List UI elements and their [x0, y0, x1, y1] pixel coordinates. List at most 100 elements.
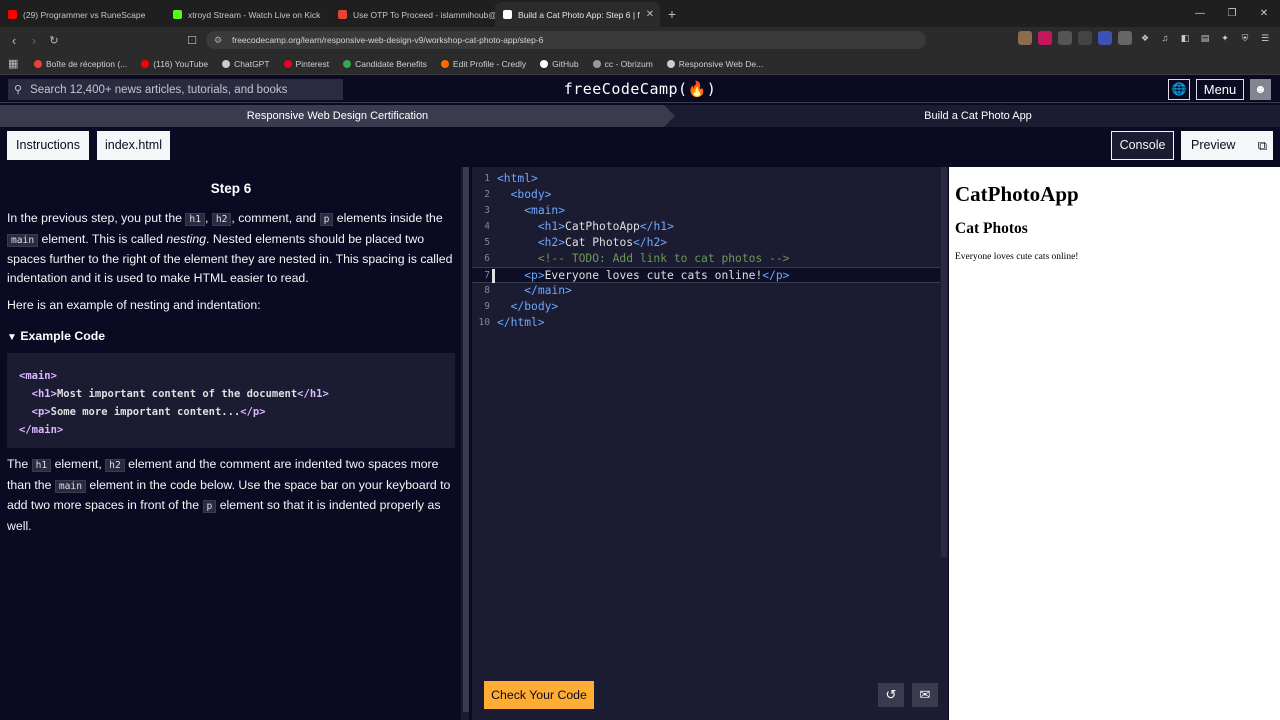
code-tag: <html> [497, 172, 538, 185]
bookmark-item[interactable]: ChatGPT [222, 59, 270, 69]
code-text: Cat Photos [565, 236, 634, 249]
preview-button[interactable]: Preview ⧉ [1181, 131, 1273, 160]
close-tab-icon[interactable]: ✕ [646, 9, 654, 20]
line-number: 8 [484, 285, 490, 296]
tab-instructions[interactable]: Instructions [7, 131, 89, 160]
line-content: </main> [497, 283, 572, 299]
text: In the previous step, you put the [7, 211, 186, 225]
editor-scrollbar[interactable] [940, 167, 948, 677]
code-line[interactable]: 3 <main> [472, 203, 942, 219]
extension-icon[interactable] [1078, 31, 1092, 45]
bookmark-favicon [222, 59, 231, 68]
code-comment: <!-- TODO: Add link to cat photos --> [537, 252, 790, 265]
ai-icon[interactable]: ✦ [1218, 31, 1232, 45]
extension-icon[interactable] [1018, 31, 1032, 45]
code-line[interactable]: 2 <body> [472, 187, 942, 203]
preview-label: Preview [1191, 138, 1236, 152]
reset-icon[interactable]: ↺ [878, 683, 904, 707]
tab-index-html[interactable]: index.html [97, 131, 170, 160]
tab-favicon [338, 10, 347, 19]
media-icon[interactable]: ♫ [1158, 31, 1172, 45]
line-content: </body> [497, 299, 559, 315]
browser-nav-bar: ‹ › ↻ ☐ ⚙ freecodecamp.org/learn/respons… [0, 27, 1280, 53]
extensions-area: ❖ ♫ ◧ ▤ ✦ ⛨ ☰ [1018, 31, 1272, 45]
check-code-button[interactable]: Check Your Code [484, 681, 594, 709]
language-globe-icon[interactable]: 🌐 [1168, 79, 1190, 100]
maximize-button[interactable]: ❐ [1216, 0, 1248, 27]
wallet-icon[interactable]: ▤ [1198, 31, 1212, 45]
code-editor[interactable]: 1 <html> 2 <body> 3 <main> 4 <h1>CatPhotoApp… [472, 167, 948, 677]
tab-favicon [503, 10, 512, 19]
text: The [7, 457, 32, 471]
example-code-toggle[interactable]: ▼ Example Code [7, 329, 105, 343]
bookmark-label: GitHub [552, 58, 579, 69]
popout-icon[interactable]: ⧉ [1258, 131, 1267, 160]
extension-icon[interactable] [1038, 31, 1052, 45]
extension-icon[interactable] [1058, 31, 1072, 45]
forward-button[interactable]: › [24, 33, 44, 48]
browser-tab[interactable]: (29) Programmer vs RuneScape [0, 2, 165, 27]
bookmark-item[interactable]: cc - Obrizum [592, 59, 653, 69]
console-button[interactable]: Console [1111, 131, 1174, 160]
code-line[interactable]: 7 <p>Everyone loves cute cats online!</p… [472, 267, 942, 283]
line-number: 4 [484, 221, 490, 232]
browser-tab[interactable]: xtroyd Stream - Watch Live on Kick [165, 2, 330, 27]
fcc-logo[interactable]: freeCodeCamp(🔥) [0, 80, 1280, 98]
line-number: 2 [484, 189, 490, 200]
code-line[interactable]: 8 </main> [472, 283, 942, 299]
bookmark-item[interactable]: Candidate Benefits [343, 59, 427, 69]
tab-strip: (29) Programmer vs RuneScape xtroyd Strea… [0, 2, 660, 27]
bookmark-item[interactable]: Edit Profile - Credly [440, 59, 526, 69]
extension-icon[interactable] [1118, 31, 1132, 45]
text-cursor [492, 269, 495, 283]
browser-tab[interactable]: Build a Cat Photo App: Step 6 | f ✕ [495, 2, 660, 27]
bookmark-item[interactable]: Responsive Web De... [666, 58, 764, 69]
browser-tab[interactable]: Use OTP To Proceed - islammihoub@ [330, 2, 495, 27]
emphasis: nesting [166, 231, 207, 246]
bookmark-item[interactable]: (116) YouTube [141, 59, 208, 69]
tab-title: (29) Programmer vs RuneScape [23, 9, 146, 20]
bookmark-item[interactable]: Pinterest [283, 59, 329, 69]
new-tab-button[interactable]: + [660, 2, 684, 27]
bookmark-item[interactable]: Boîte de réception (... [34, 59, 127, 69]
bookmark-label: Responsive Web De... [678, 58, 764, 69]
scroll-thumb[interactable] [941, 167, 947, 557]
site-info-icon[interactable]: ⚙ [214, 31, 222, 49]
address-bar[interactable]: ⚙ freecodecamp.org/learn/responsive-web-… [206, 31, 926, 49]
code-line[interactable]: 4 <h1>CatPhotoApp</h1> [472, 219, 942, 235]
breadcrumb-certification[interactable]: Responsive Web Design Certification [0, 105, 675, 127]
help-icon[interactable]: ✉ [912, 683, 938, 707]
minimize-button[interactable]: — [1184, 0, 1216, 27]
code-line[interactable]: 10 </html> [472, 315, 942, 331]
user-avatar[interactable]: ☻ [1250, 79, 1271, 100]
sidebar-icon[interactable]: ◧ [1178, 31, 1192, 45]
menu-button[interactable]: Menu [1196, 79, 1244, 100]
url-text: freecodecamp.org/learn/responsive-web-de… [232, 35, 544, 45]
shield-icon[interactable]: ⛨ [1238, 31, 1252, 45]
bookmark-label: (116) YouTube [153, 58, 209, 69]
code-line[interactable]: 6 <!-- TODO: Add link to cat photos --> [472, 251, 942, 267]
breadcrumb-project[interactable]: Build a Cat Photo App [676, 105, 1280, 127]
bookmark-item[interactable]: GitHub [540, 58, 579, 69]
reload-button[interactable]: ↻ [44, 34, 64, 47]
code-tag: </h2> [633, 236, 668, 249]
instruction-paragraph-2: Here is an example of nesting and indent… [7, 298, 261, 312]
breadcrumb: Responsive Web Design Certification Buil… [0, 105, 1280, 127]
bookmark-label: Candidate Benefits [355, 58, 427, 69]
preview-paragraph: Everyone loves cute cats online! [955, 252, 1079, 262]
browser-menu-icon[interactable]: ☰ [1258, 31, 1272, 45]
code-line[interactable]: 9 </body> [472, 299, 942, 315]
bookmarks-bar: ▦ Boîte de réception (... (116) YouTube Ch… [0, 53, 1280, 75]
close-window-button[interactable]: ✕ [1248, 0, 1280, 27]
puzzle-icon[interactable]: ❖ [1138, 31, 1152, 45]
extension-icon[interactable] [1098, 31, 1112, 45]
code-line[interactable]: 1 <html> [472, 171, 942, 187]
back-button[interactable]: ‹ [4, 33, 24, 48]
line-number: 1 [484, 173, 490, 184]
apps-grid-icon[interactable]: ▦ [8, 57, 18, 70]
bookmark-star-icon[interactable]: ☐ [182, 34, 202, 47]
inline-code: main [54, 479, 86, 493]
code-line[interactable]: 5 <h2>Cat Photos</h2> [472, 235, 942, 251]
